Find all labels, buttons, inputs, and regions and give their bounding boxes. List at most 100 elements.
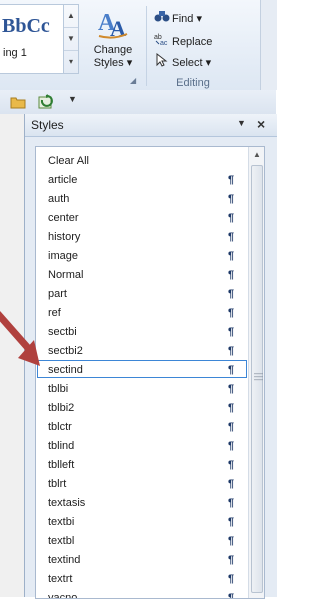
paragraph-mark-icon: ¶	[228, 573, 235, 585]
paragraph-mark-icon: ¶	[228, 516, 235, 528]
style-item-textbl[interactable]: textbl ¶	[37, 531, 247, 549]
style-item-label: auth	[48, 193, 70, 205]
paragraph-mark-icon: ¶	[228, 592, 235, 599]
style-item-article[interactable]: article ¶	[37, 170, 247, 188]
editing-group-label: Editing	[176, 77, 210, 89]
close-icon[interactable]: ×	[257, 116, 265, 132]
paragraph-mark-icon: ¶	[228, 288, 235, 300]
paragraph-mark-icon: ¶	[228, 364, 235, 376]
scroll-thumb[interactable]: — — —	[251, 165, 263, 593]
style-item-center[interactable]: center ¶	[37, 208, 247, 226]
refresh-icon[interactable]	[38, 94, 54, 110]
style-item-ref[interactable]: ref ¶	[37, 303, 247, 321]
style-item-label: tblbi	[48, 383, 69, 395]
style-item-label: tblleft	[48, 459, 75, 471]
change-styles-label-line2: Styles ▾	[93, 57, 133, 69]
annotation-arrow	[0, 311, 40, 366]
scroll-up-icon[interactable]: ▲	[249, 147, 264, 163]
style-item-tblctr[interactable]: tblctr ¶	[37, 417, 247, 435]
style-preview-name: ing 1	[3, 47, 27, 59]
group-divider	[146, 6, 147, 86]
thumb-grip-icon: — — —	[254, 368, 263, 384]
paragraph-mark-icon: ¶	[228, 193, 235, 205]
style-item-label: tblrt	[48, 478, 67, 490]
style-item-sectbi[interactable]: sectbi ¶	[37, 322, 247, 340]
style-item-history[interactable]: history ¶	[37, 227, 247, 245]
paragraph-mark-icon: ¶	[228, 269, 235, 281]
select-label: Select ▾	[172, 56, 212, 69]
paragraph-mark-icon: ¶	[228, 440, 235, 452]
style-item-textrt[interactable]: textrt ¶	[37, 569, 247, 587]
style-item-label: Normal	[48, 269, 84, 281]
pane-options-icon[interactable]: ▼	[237, 118, 246, 128]
style-item-yacno[interactable]: yacno ¶	[37, 588, 247, 599]
style-item-part[interactable]: part ¶	[37, 284, 247, 302]
style-item-label: textbi	[48, 516, 75, 528]
paragraph-mark-icon: ¶	[228, 459, 235, 471]
gallery-up-icon[interactable]: ▲	[64, 5, 78, 28]
style-item-label: sectbi2	[48, 345, 83, 357]
editing-group: Find ▾ ab ac Replace Select ▾ Editing	[150, 4, 236, 89]
style-item-tblleft[interactable]: tblleft ¶	[37, 455, 247, 473]
paragraph-mark-icon: ¶	[228, 231, 235, 243]
style-item-auth[interactable]: auth ¶	[37, 189, 247, 207]
style-item-image[interactable]: image ¶	[37, 246, 247, 264]
paragraph-mark-icon: ¶	[228, 250, 235, 262]
style-item-label: textbl	[48, 535, 75, 547]
styles-group-label	[0, 72, 146, 86]
styles-pane-title: Styles	[31, 118, 64, 132]
style-item-label: textind	[48, 554, 81, 566]
paragraph-mark-icon: ¶	[228, 554, 235, 566]
change-styles-icon: A A	[98, 10, 128, 40]
style-item-label: sectind	[48, 364, 83, 376]
paragraph-mark-icon: ¶	[228, 174, 235, 186]
dialog-launcher-icon[interactable]: ◢	[130, 76, 139, 85]
paragraph-mark-icon: ¶	[228, 402, 235, 414]
ribbon: BbCс ing 1 ▲ ▼ ▾ A A Change Styles ▾ ◢ F…	[0, 0, 277, 91]
styles-list: Clear All article ¶ auth ¶ center ¶ history ¶ ima…	[35, 146, 265, 599]
style-item-tblind[interactable]: tblind ¶	[37, 436, 247, 454]
gallery-more-icon[interactable]: ▾	[64, 51, 78, 73]
change-styles-label-line1: Change	[93, 44, 133, 56]
styles-scrollbar[interactable]: ▲ — — —	[248, 147, 264, 598]
style-item-label: part	[48, 288, 67, 300]
ribbon-edge	[260, 0, 277, 90]
quick-styles-gallery[interactable]: BbCс ing 1 ▲ ▼ ▾	[0, 4, 79, 74]
style-item-clear-all[interactable]: Clear All	[37, 151, 247, 169]
open-folder-icon[interactable]	[10, 94, 26, 110]
style-item-label: yacno	[48, 592, 78, 599]
select-button[interactable]: Select ▾	[154, 52, 212, 73]
style-item-label: sectbi	[48, 326, 77, 338]
style-item-textind[interactable]: textind ¶	[37, 550, 247, 568]
replace-label: Replace	[172, 35, 213, 48]
style-preview-text: BbCс	[2, 15, 50, 37]
style-item-textbi[interactable]: textbi ¶	[37, 512, 247, 530]
style-item-sectbi2[interactable]: sectbi2 ¶	[37, 341, 247, 359]
paragraph-mark-icon: ¶	[228, 421, 235, 433]
find-button[interactable]: Find ▾	[154, 10, 202, 28]
style-item-normal[interactable]: Normal ¶	[37, 265, 247, 283]
gallery-down-icon[interactable]: ▼	[64, 28, 78, 51]
style-item-label: tblbi2	[48, 402, 75, 414]
replace-button[interactable]: ab ac Replace	[154, 32, 212, 50]
style-item-tblbi[interactable]: tblbi ¶	[37, 379, 247, 397]
style-item-label: tblctr	[48, 421, 72, 433]
gallery-scroll: ▲ ▼ ▾	[63, 5, 78, 73]
cursor-icon	[154, 52, 172, 73]
change-styles-button[interactable]: A A Change Styles ▾	[84, 6, 142, 76]
styles-pane-header: Styles ▼ ×	[25, 114, 277, 137]
style-item-label: Clear All	[48, 155, 89, 167]
style-item-label: image	[48, 250, 78, 262]
style-item-textasis[interactable]: textasis ¶	[37, 493, 247, 511]
paragraph-mark-icon: ¶	[228, 345, 235, 357]
style-item-sectind[interactable]: sectind ¶	[37, 360, 247, 378]
style-item-label: center	[48, 212, 79, 224]
change-styles-label: Change Styles ▾	[84, 44, 142, 70]
style-item-tblbi2[interactable]: tblbi2 ¶	[37, 398, 247, 416]
style-item-tblrt[interactable]: tblrt ¶	[37, 474, 247, 492]
styles-pane: Styles ▼ × Clear All article ¶ auth ¶ center ¶…	[24, 114, 277, 599]
customize-toolbar-icon[interactable]: ▼	[68, 94, 77, 104]
paragraph-mark-icon: ¶	[228, 307, 235, 319]
paragraph-mark-icon: ¶	[228, 478, 235, 490]
paragraph-mark-icon: ¶	[228, 535, 235, 547]
